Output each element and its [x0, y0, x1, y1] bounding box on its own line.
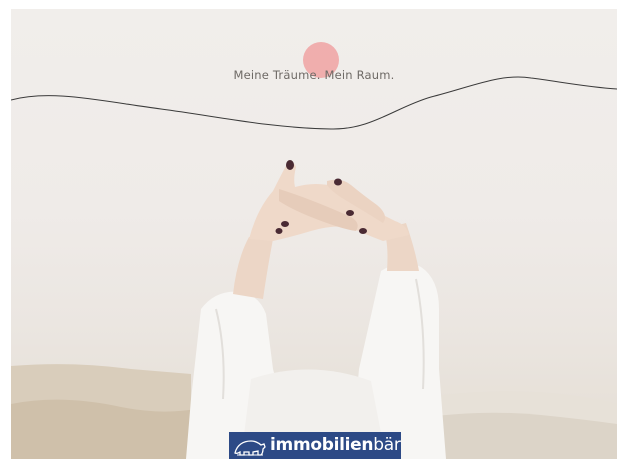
- brand-name-bold: immobilien: [270, 435, 374, 455]
- hero-section: Meine Träume. Mein Raum. immobilienbär: [11, 9, 617, 459]
- bear-icon: [234, 439, 266, 456]
- brand-name: immobilienbär: [270, 432, 401, 459]
- brand-logo[interactable]: immobilienbär: [229, 432, 401, 459]
- brand-name-light: bär: [373, 435, 401, 455]
- hero-tagline: Meine Träume. Mein Raum.: [233, 68, 395, 82]
